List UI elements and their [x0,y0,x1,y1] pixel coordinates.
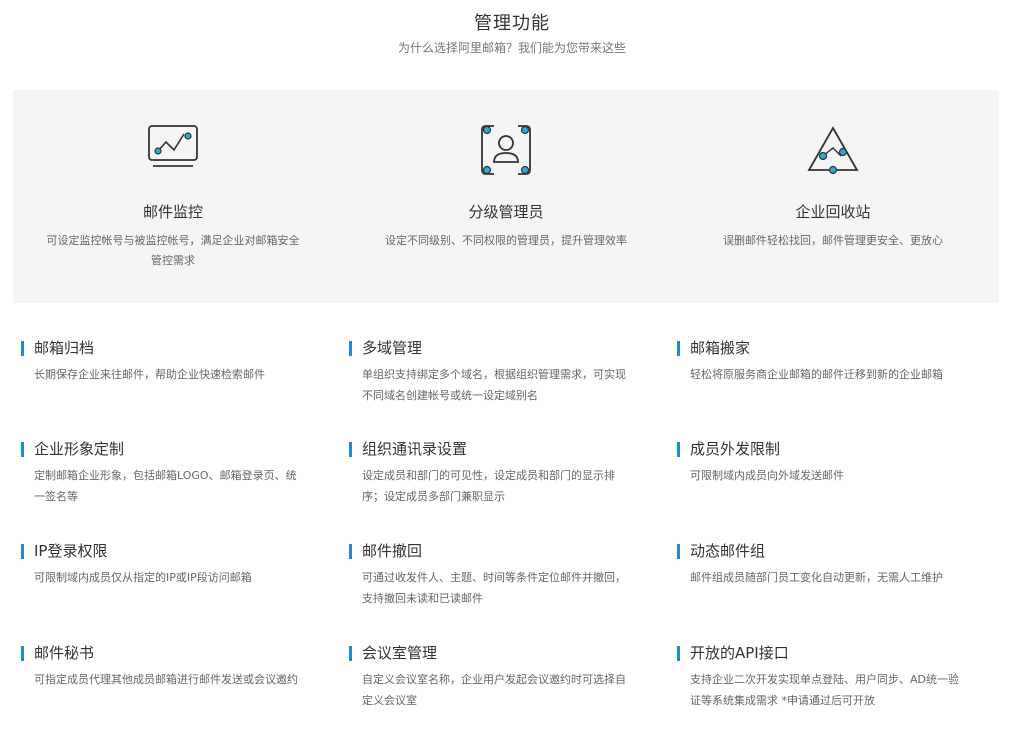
item-desc: 自定义会议室名称，企业用户发起会议邀约时可选择自定义会议室 [362,673,626,707]
item-desc: 可指定成员代理其他成员邮箱进行邮件发送或会议邀约 [34,673,298,686]
accent-bar [21,341,24,356]
accent-bar [21,544,24,559]
accent-bar [21,646,24,661]
accent-bar [349,442,352,457]
accent-bar [21,442,24,457]
item-title: 开放的API接口 [690,644,789,662]
item-title: 邮箱归档 [34,339,95,357]
item-title: 动态邮件组 [690,542,766,560]
feature-panel: 邮件监控 可设定监控帐号与被监控帐号，满足企业对邮箱安全管控需求 分级管理员 设… [13,90,999,303]
item-desc: 可限制域内成员仅从指定的IP或IP段访问邮箱 [34,571,252,584]
item-title: 多域管理 [362,339,423,357]
item-title: IP登录权限 [34,542,108,560]
item-desc: 长期保存企业来往邮件，帮助企业快速检索邮件 [34,368,265,381]
accent-bar [349,341,352,356]
feature-title: 邮件监控 [142,203,203,221]
item-title: 邮件撤回 [362,542,423,560]
item-title: 成员外发限制 [690,440,781,458]
item-desc: 邮件组成员随部门员工变化自动更新，无需人工维护 [690,571,943,584]
feature-desc: 误删邮件轻松找回，邮件管理更安全、更放心 [723,234,943,247]
accent-bar [349,544,352,559]
feature-desc: 设定不同级别、不同权限的管理员，提升管理效率 [385,234,627,247]
item-desc: 设定成员和部门的可见性，设定成员和部门的显示排序；设定成员多部门兼职显示 [362,469,615,503]
accent-bar [349,646,352,661]
accent-bar [677,341,680,356]
monitor-chart-icon [148,125,198,167]
section-subtitle: 为什么选择阿里邮箱？我们能为您带来这些 [397,41,626,55]
item-title: 邮件秘书 [34,644,95,662]
feature-desc: 可设定监控帐号与被监控帐号，满足企业对邮箱安全管控需求 [46,234,300,267]
item-desc: 定制邮箱企业形象，包括邮箱LOGO、邮箱登录页、统一签名等 [34,469,297,503]
item-title: 组织通讯录设置 [362,440,468,458]
item-title: 邮箱搬家 [690,339,751,357]
feature-title: 企业回收站 [795,203,871,221]
accent-bar [677,442,680,457]
item-desc: 轻松将原服务商企业邮箱的邮件迁移到新的企业邮箱 [690,368,943,381]
section-header: 管理功能 为什么选择阿里邮箱？我们能为您带来这些 [0,12,1024,56]
item-title: 企业形象定制 [34,440,125,458]
item-desc: 可限制域内成员向外域发送邮件 [690,469,844,482]
item-desc: 单组织支持绑定多个域名，根据组织管理需求，可实现不同域名创建帐号或统一设定域别名 [362,368,626,402]
recycle-triangle-icon [807,126,859,175]
admin-user-icon [481,125,531,175]
feature-title: 分级管理员 [468,203,544,221]
item-title: 会议室管理 [362,644,438,662]
accent-bar [677,544,680,559]
section-title: 管理功能 [474,13,550,34]
accent-bar [677,646,680,661]
item-desc: 可通过收发件人、主题、时间等条件定位邮件并撤回，支持撤回未读和已读邮件 [362,571,626,605]
item-desc: 支持企业二次开发实现单点登陆、用户同步、AD统一验证等系统集成需求 *申请通过后… [690,673,959,707]
